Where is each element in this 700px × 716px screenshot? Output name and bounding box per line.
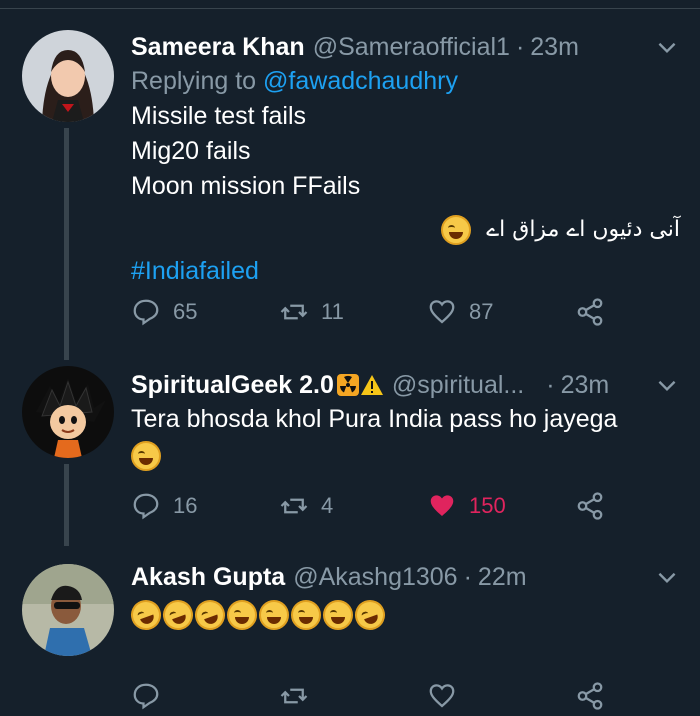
replying-prefix: Replying to — [131, 67, 257, 95]
tweet-card[interactable]: Sameera Khan @Sameraofficial1 · 23m Repl… — [0, 30, 700, 360]
reply-button[interactable] — [131, 681, 173, 711]
retweet-icon — [280, 304, 308, 320]
reply-button[interactable]: 65 — [131, 297, 197, 327]
separator-dot: · — [515, 33, 525, 61]
author-handle[interactable]: @Sameraofficial1 — [313, 30, 510, 64]
retweet-button[interactable] — [279, 681, 321, 711]
tweet-text: Tera bhosda khol Pura India pass ho jaye… — [131, 405, 618, 433]
author-handle[interactable]: @spiritual... — [392, 368, 524, 402]
heart-outline-icon — [429, 300, 455, 324]
reply-count: 16 — [173, 493, 198, 518]
chevron-down-icon[interactable] — [654, 34, 680, 60]
reply-icon — [133, 299, 159, 326]
retweet-count: 11 — [321, 299, 344, 324]
radioactive-icon — [336, 374, 359, 396]
like-button[interactable]: 87 — [427, 297, 493, 327]
share-button[interactable] — [575, 681, 617, 711]
laughing-emoji-icon — [259, 600, 289, 630]
replying-to-handle[interactable]: @fawadchaudhry — [263, 67, 458, 95]
reply-count: 65 — [173, 299, 198, 324]
like-count: 87 — [469, 299, 494, 324]
reply-icon — [133, 493, 159, 520]
emoji-row — [126, 595, 680, 635]
avatar[interactable] — [22, 366, 114, 458]
laughing-emoji-icon — [441, 215, 472, 245]
rofl-emoji-icon — [158, 595, 198, 635]
retweet-icon — [280, 498, 308, 514]
tweet-card[interactable]: SpiritualGeek 2.0 @spiritual... · 23m Te… — [0, 366, 700, 546]
top-divider — [0, 0, 700, 9]
rofl-emoji-icon — [350, 595, 390, 635]
laughing-emoji-icon — [131, 441, 161, 471]
author-handle[interactable]: @Akashg1306 — [293, 560, 457, 594]
like-button[interactable]: 150 — [427, 491, 506, 521]
heart-filled-icon — [430, 495, 454, 516]
thread-line — [64, 128, 69, 360]
author-name[interactable]: SpiritualGeek 2.0 — [131, 368, 334, 402]
urdu-text: آنی دئیوں اے مزاق اے — [486, 217, 680, 242]
share-icon — [577, 492, 603, 520]
tweet-card[interactable]: Akash Gupta @Akashg1306 · 22m — [0, 560, 700, 710]
laughing-emoji-icon — [291, 600, 321, 630]
avatar[interactable] — [22, 564, 114, 656]
thread-line — [64, 464, 69, 546]
share-icon — [577, 682, 603, 710]
separator-dot: · — [463, 563, 472, 591]
reply-icon — [133, 683, 159, 710]
retweet-icon — [280, 688, 308, 704]
retweet-button[interactable]: 4 — [279, 491, 333, 521]
tweet-line: Missile test fails — [131, 102, 307, 130]
urdu-line: آنی دئیوں اے مزاق اے — [131, 210, 680, 250]
separator-dot: · — [546, 371, 555, 399]
warning-icon — [360, 375, 383, 395]
retweet-button[interactable]: 11 — [279, 297, 344, 327]
tweet-line: Mig20 fails — [131, 137, 251, 165]
tweet-line: Moon mission FFails — [131, 172, 361, 200]
replying-to: Replying to @fawadchaudhry — [131, 64, 680, 99]
share-button[interactable] — [575, 491, 617, 521]
timestamp[interactable]: 23m — [561, 368, 610, 402]
hashtag-link[interactable]: #Indiafailed — [131, 254, 680, 289]
share-button[interactable] — [575, 297, 617, 327]
laughing-emoji-icon — [227, 600, 257, 630]
like-count: 150 — [469, 493, 506, 518]
chevron-down-icon[interactable] — [654, 372, 680, 398]
share-icon — [577, 298, 603, 326]
reply-button[interactable]: 16 — [131, 491, 197, 521]
avatar[interactable] — [22, 30, 114, 122]
author-name[interactable]: Sameera Khan — [131, 30, 305, 64]
author-name[interactable]: Akash Gupta — [131, 560, 285, 594]
heart-outline-icon — [429, 684, 455, 708]
rofl-emoji-icon — [190, 595, 230, 635]
emoji-row — [131, 441, 680, 471]
laughing-emoji-icon — [323, 600, 353, 630]
timestamp[interactable]: 23m — [530, 30, 579, 64]
timestamp[interactable]: 22m — [478, 560, 527, 594]
retweet-count: 4 — [321, 493, 334, 518]
like-button[interactable] — [427, 681, 469, 711]
chevron-down-icon[interactable] — [654, 564, 680, 590]
rofl-emoji-icon — [126, 595, 166, 635]
